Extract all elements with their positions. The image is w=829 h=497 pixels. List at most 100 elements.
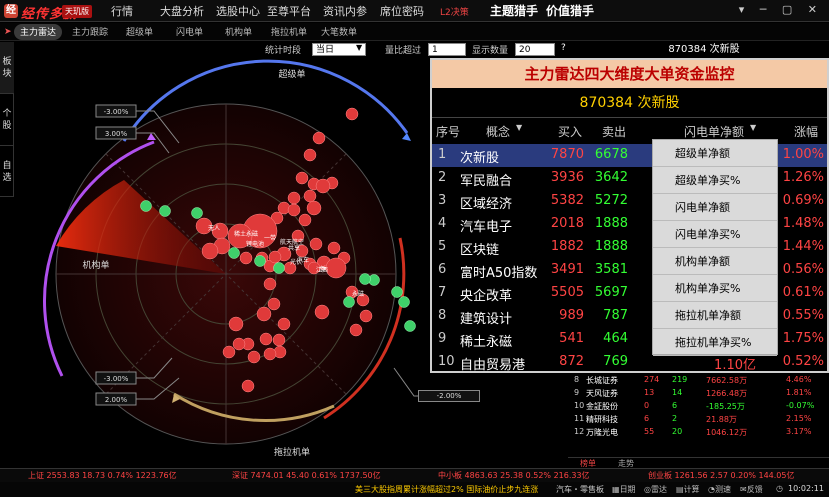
bubble-up[interactable] xyxy=(325,257,347,279)
calculator-tool[interactable]: ▤计算 xyxy=(676,484,700,495)
bubble-up[interactable] xyxy=(327,241,341,255)
bubble-up[interactable] xyxy=(315,178,331,194)
radar-chart[interactable]: 无人 稀土永磁 锂电池 一带 航天航空 共享 光伏 汽车 江西新永磁 -3.00% 3.00% … xyxy=(14,58,432,463)
bubble-up[interactable] xyxy=(201,242,219,260)
col-change[interactable]: 涨幅 xyxy=(794,123,818,140)
list-item[interactable]: 11 精研科技 6 2 21.88万 2.15% xyxy=(568,413,829,426)
help-button[interactable]: ? xyxy=(561,43,566,53)
dropdown-option[interactable]: 超级单净额 xyxy=(653,140,777,167)
dropdown-option[interactable]: 闪电单净额 xyxy=(653,194,777,221)
sector-item[interactable]: 汽车・零售板 xyxy=(556,484,604,495)
chevron-down-icon[interactable]: ▼ xyxy=(356,43,362,52)
bubble-down[interactable] xyxy=(159,205,171,217)
bubble-down[interactable] xyxy=(391,286,403,298)
index-smb[interactable]: 中小板 4863.63 25.38 0.52% 216.33亿 xyxy=(438,470,590,481)
bubble-down[interactable] xyxy=(191,207,203,219)
count-input[interactable]: 20 xyxy=(515,43,555,56)
news-ticker[interactable]: 美三大股指周累计涨幅超过2% 国际油价止步九连涨 xyxy=(355,484,538,495)
index-gem[interactable]: 创业板 1261.56 2.57 0.20% 144.05亿 xyxy=(648,470,794,481)
list-item[interactable]: 12 万隆光电 55 20 1046.12万 3.17% xyxy=(568,426,829,439)
tab-main-radar[interactable]: 主力雷达 xyxy=(14,24,63,40)
bubble-up[interactable] xyxy=(259,332,273,346)
bubble-up[interactable] xyxy=(306,200,322,216)
bubble-up[interactable] xyxy=(298,213,312,227)
bubble-up[interactable] xyxy=(239,251,253,265)
side-tab-watchlist[interactable]: 自选 xyxy=(0,146,14,197)
list-item[interactable]: 8 长城证券 274 219 7662.58万 4.46% xyxy=(568,374,829,387)
tab-super-order[interactable]: 超级单 xyxy=(120,24,159,40)
bubble-up[interactable] xyxy=(314,304,330,320)
tab-main-tracking[interactable]: 主力跟踪 xyxy=(66,24,114,40)
menu-item-theme-hunter[interactable]: 主题猎手 xyxy=(490,2,538,19)
col-buy[interactable]: 买入 xyxy=(558,123,582,140)
cell-sell: 5697 xyxy=(594,285,628,300)
bubble-up[interactable] xyxy=(268,250,282,264)
bubble-up[interactable] xyxy=(349,323,363,337)
bubble-up[interactable] xyxy=(312,131,326,145)
bubble-down[interactable] xyxy=(398,296,410,308)
dropdown-option[interactable]: 拖拉机单净买% xyxy=(653,329,777,356)
menu-item-stock-picking[interactable]: 选股中心 xyxy=(216,3,260,19)
bubble-up[interactable] xyxy=(267,297,281,311)
bubble-up[interactable] xyxy=(287,191,301,205)
bubble-up[interactable] xyxy=(303,148,317,162)
bubble-up[interactable] xyxy=(228,316,244,332)
bubble-up[interactable] xyxy=(241,379,255,393)
bubble-up[interactable] xyxy=(222,345,236,359)
dropdown-option[interactable]: 拖拉机单净额 xyxy=(653,302,777,329)
dropdown-option[interactable]: 超级单净买% xyxy=(653,167,777,194)
bubble-up[interactable] xyxy=(303,189,317,203)
calendar-tool[interactable]: ▦日期 xyxy=(612,484,636,495)
col-sell[interactable]: 卖出 xyxy=(602,123,626,140)
bubble-down[interactable] xyxy=(273,262,285,274)
dropdown-option[interactable]: 闪电单净买% xyxy=(653,221,777,248)
bubble-up[interactable] xyxy=(272,333,286,347)
tab-tractor-order[interactable]: 拖拉机单 xyxy=(265,24,313,40)
menu-item-market-analysis[interactable]: 大盘分析 xyxy=(160,3,204,19)
bubble-up[interactable] xyxy=(263,347,277,361)
bubble-up[interactable] xyxy=(287,203,301,217)
speed-test-tool[interactable]: ◔测速 xyxy=(708,484,731,495)
menu-item-l2[interactable]: L2决策 xyxy=(440,5,469,18)
bubble-down[interactable] xyxy=(359,273,371,285)
bubble-up[interactable] xyxy=(277,317,291,331)
col-no[interactable]: 序号 xyxy=(436,123,460,140)
menu-item-platform[interactable]: 至尊平台 xyxy=(267,3,311,19)
index-sh[interactable]: 上证 2553.83 18.73 0.74% 1223.76亿 xyxy=(28,470,177,481)
dropdown-option[interactable]: 机构单净额 xyxy=(653,248,777,275)
menu-item-value-hunter[interactable]: 价值猎手 xyxy=(546,2,594,19)
bubble-down[interactable] xyxy=(404,320,416,332)
feedback-tool[interactable]: ✉反馈 xyxy=(740,484,763,495)
tab-big-count-order[interactable]: 大笔数单 xyxy=(315,24,363,40)
tab-flash-order[interactable]: 闪电单 xyxy=(170,24,209,40)
bubble-down[interactable] xyxy=(228,247,240,259)
menu-item-news[interactable]: 资讯内参 xyxy=(323,3,367,19)
menu-item-seat-code[interactable]: 席位密码 xyxy=(380,3,424,19)
list-item[interactable]: 10 金証股份 0 6 -185.25万 -0.07% xyxy=(568,400,829,413)
side-tab-stock[interactable]: 个股 xyxy=(0,94,14,146)
dropdown-option[interactable]: 机构单净买% xyxy=(653,275,777,302)
ratio-input[interactable]: 1 xyxy=(428,43,466,56)
bubble-up[interactable] xyxy=(295,171,309,185)
bubble-up[interactable] xyxy=(247,350,261,364)
bubble-down[interactable] xyxy=(140,200,152,212)
chevron-down-icon[interactable]: ▼ xyxy=(516,123,522,132)
bubble-up[interactable] xyxy=(256,306,272,322)
menu-item-quotes[interactable]: 行情 xyxy=(111,3,133,19)
chevron-down-icon[interactable]: ▼ xyxy=(750,123,756,132)
list-item[interactable]: 9 天风证券 13 14 1266.48万 1.81% xyxy=(568,387,829,400)
bubble-down[interactable] xyxy=(254,255,266,267)
radar-tool[interactable]: ◎雷达 xyxy=(644,484,667,495)
bubble-up[interactable] xyxy=(359,309,373,323)
tab-institution-order[interactable]: 机构单 xyxy=(219,24,258,40)
window-controls[interactable]: ▾ ─ ▢ ✕ xyxy=(739,3,823,16)
col-flash-net[interactable]: 闪电单净额 xyxy=(684,123,744,140)
bubble-up[interactable] xyxy=(309,237,323,251)
side-tab-sector[interactable]: 板块 xyxy=(0,42,14,94)
bubble-up[interactable] xyxy=(232,337,246,351)
bubble-up[interactable] xyxy=(263,277,277,291)
col-concept[interactable]: 概念 xyxy=(486,123,510,140)
index-sz[interactable]: 深证 7474.01 45.40 0.61% 1737.50亿 xyxy=(232,470,381,481)
bubble-down[interactable] xyxy=(343,296,355,308)
bubble-up[interactable] xyxy=(345,107,359,121)
